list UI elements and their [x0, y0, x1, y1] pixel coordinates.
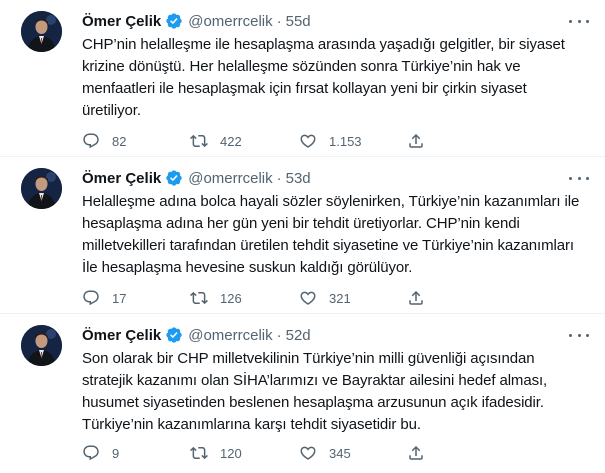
verified-badge-icon [166, 13, 182, 29]
retweet-count: 120 [220, 445, 242, 461]
tweet-actions: 17 126 321 [82, 289, 589, 307]
tweet-actions: 9 120 345 [82, 444, 589, 462]
retweet-icon [190, 291, 208, 305]
share-button[interactable] [407, 132, 515, 150]
separator-dot: · [276, 326, 282, 344]
like-count: 321 [329, 290, 351, 306]
share-icon [409, 290, 423, 305]
like-button[interactable]: 321 [299, 289, 407, 307]
separator-dot: · [276, 169, 282, 187]
author-name[interactable]: Ömer Çelik [82, 327, 161, 344]
timeline: Ömer Çelik @omerrcelik · 55d CHP’nin hel… [0, 0, 605, 473]
reply-button[interactable]: 17 [82, 289, 190, 307]
retweet-count: 126 [220, 290, 242, 306]
reply-count: 17 [112, 290, 127, 306]
tweet[interactable]: Ömer Çelik @omerrcelik · 52d Son olarak … [0, 314, 605, 473]
author-name[interactable]: Ömer Çelik [82, 13, 161, 30]
retweet-count: 422 [220, 133, 242, 149]
like-count: 1.153 [329, 133, 362, 149]
tweet-text: Helalleşme adına bolca hayali sözler söy… [82, 193, 580, 276]
retweet-button[interactable]: 422 [190, 132, 299, 150]
tweet-timestamp[interactable]: 55d [286, 13, 311, 30]
more-options-icon[interactable] [569, 328, 589, 342]
share-icon [409, 133, 423, 148]
reply-button[interactable]: 82 [82, 132, 190, 150]
tweet-text: Son olarak bir CHP milletvekilinin Türki… [82, 350, 548, 433]
share-button[interactable] [407, 289, 515, 307]
tweet[interactable]: Ömer Çelik @omerrcelik · 55d CHP’nin hel… [0, 0, 605, 157]
avatar[interactable] [21, 325, 62, 366]
avatar[interactable] [21, 168, 62, 209]
share-button[interactable] [407, 444, 515, 462]
tweet[interactable]: Ömer Çelik @omerrcelik · 53d Helalleşme … [0, 157, 605, 314]
reply-icon [83, 445, 99, 461]
reply-count: 82 [112, 133, 127, 149]
like-button[interactable]: 345 [299, 444, 407, 462]
more-options-icon[interactable] [569, 14, 589, 28]
tweet-timestamp[interactable]: 53d [286, 170, 311, 187]
reply-count: 9 [112, 445, 120, 461]
tweet-timestamp[interactable]: 52d [286, 327, 311, 344]
more-options-icon[interactable] [569, 171, 589, 185]
like-icon [300, 446, 316, 460]
author-name[interactable]: Ömer Çelik [82, 170, 161, 187]
like-button[interactable]: 1.153 [299, 132, 407, 150]
author-handle[interactable]: @omerrcelik [188, 170, 272, 187]
retweet-icon [190, 446, 208, 460]
separator-dot: · [276, 12, 282, 30]
like-icon [300, 291, 316, 305]
share-icon [409, 445, 423, 460]
author-handle[interactable]: @omerrcelik [188, 327, 272, 344]
retweet-button[interactable]: 126 [190, 289, 299, 307]
author-handle[interactable]: @omerrcelik [188, 13, 272, 30]
retweet-button[interactable]: 120 [190, 444, 299, 462]
like-icon [300, 134, 316, 148]
retweet-icon [190, 134, 208, 148]
verified-badge-icon [166, 170, 182, 186]
reply-icon [83, 133, 99, 149]
avatar[interactable] [21, 11, 62, 52]
verified-badge-icon [166, 327, 182, 343]
reply-icon [83, 290, 99, 306]
tweet-text: CHP’nin helalleşme ile hesaplaşma arasın… [82, 36, 565, 119]
like-count: 345 [329, 445, 351, 461]
tweet-actions: 82 422 1.153 [82, 132, 589, 150]
reply-button[interactable]: 9 [82, 444, 190, 462]
